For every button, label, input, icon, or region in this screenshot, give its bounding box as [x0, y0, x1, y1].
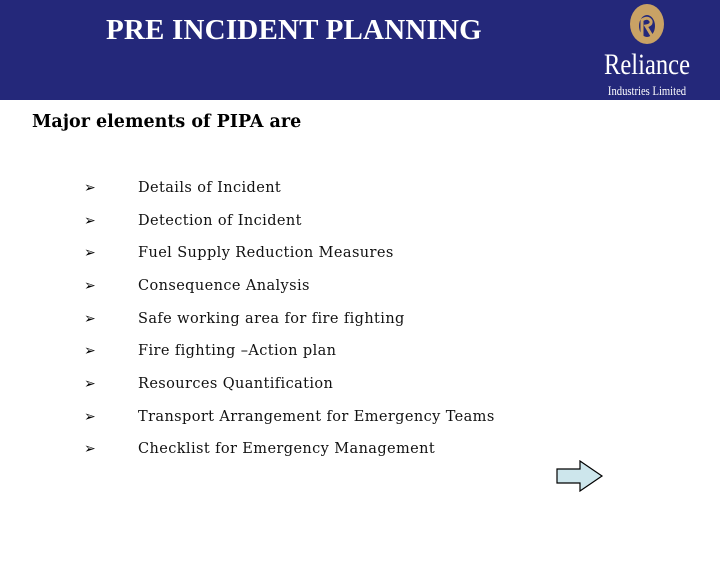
arrow-bullet-icon: ➢	[84, 213, 96, 229]
list-item-label: Details of Incident	[138, 180, 282, 196]
list-item: ➢ Fuel Supply Reduction Measures	[0, 245, 600, 269]
arrow-bullet-icon: ➢	[84, 409, 96, 425]
logo-subtitle: Industries Limited	[607, 84, 687, 98]
list-item-label: Consequence Analysis	[138, 278, 310, 294]
section-heading: Major elements of PIPA are	[32, 112, 302, 132]
arrow-bullet-icon: ➢	[84, 441, 96, 457]
list-item: ➢ Transport Arrangement for Emergency Te…	[0, 409, 600, 433]
list-item: ➢ Details of Incident	[0, 180, 600, 204]
page-title: PRE INCIDENT PLANNING	[106, 14, 482, 46]
arrow-bullet-icon: ➢	[84, 180, 96, 196]
list-item: ➢ Safe working area for fire fighting	[0, 311, 600, 335]
right-arrow-icon	[556, 460, 604, 492]
list-item-label: Fire fighting –Action plan	[138, 343, 337, 359]
reliance-emblem-icon	[630, 4, 664, 44]
list-item-label: Fuel Supply Reduction Measures	[138, 245, 394, 261]
reliance-logo: Reliance Industries Limited	[592, 2, 702, 100]
arrow-bullet-icon: ➢	[84, 278, 96, 294]
list-item-label: Safe working area for fire fighting	[138, 311, 405, 327]
list-item-label: Checklist for Emergency Management	[138, 441, 436, 457]
list-item-label: Transport Arrangement for Emergency Team…	[138, 409, 495, 425]
arrow-bullet-icon: ➢	[84, 343, 96, 359]
list-item-label: Detection of Incident	[138, 213, 302, 229]
list-item: ➢ Consequence Analysis	[0, 278, 600, 302]
arrow-bullet-icon: ➢	[84, 376, 96, 392]
header-banner: PRE INCIDENT PLANNING Reliance Industrie…	[0, 0, 720, 100]
list-item-label: Resources Quantification	[138, 376, 334, 392]
logo-name: Reliance	[603, 48, 691, 81]
list-item: ➢ Checklist for Emergency Management	[0, 441, 600, 465]
next-slide-button[interactable]	[556, 460, 604, 492]
list-item: ➢ Resources Quantification	[0, 376, 600, 400]
list-item: ➢ Fire fighting –Action plan	[0, 343, 600, 367]
list-item: ➢ Detection of Incident	[0, 213, 600, 237]
arrow-bullet-icon: ➢	[84, 245, 96, 261]
arrow-bullet-icon: ➢	[84, 311, 96, 327]
